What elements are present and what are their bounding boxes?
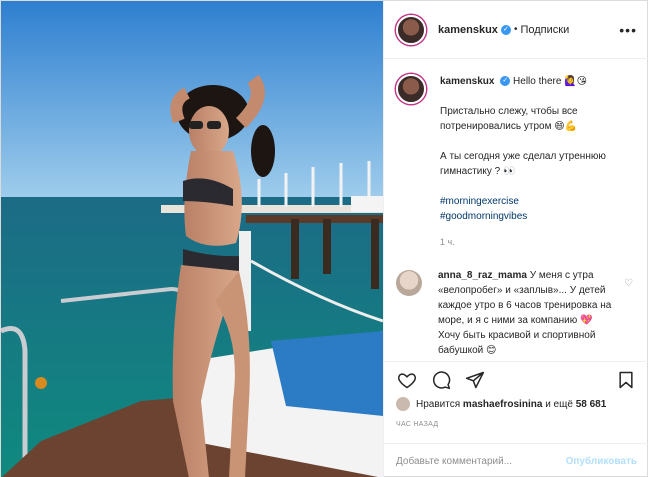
caption-line2: А ты сегодня уже сделал утреннюю гимнаст… [440, 151, 606, 177]
more-options-icon[interactable]: ••• [619, 22, 637, 38]
hashtag-link[interactable]: #morningexercise [440, 194, 630, 209]
heart-icon[interactable] [396, 369, 418, 391]
caption-username[interactable]: kamenskux [440, 76, 494, 87]
comment-body-2: Хочу быть красивой и спортивной бабушкой… [438, 330, 596, 356]
likes-middle: и ещё [545, 398, 573, 410]
liker-avatar[interactable] [396, 397, 410, 411]
commenter-avatar[interactable] [396, 270, 422, 296]
bookmark-icon[interactable] [615, 369, 637, 391]
comment-icon[interactable] [430, 369, 452, 391]
comments-section[interactable]: kamenskux ✓ Hello there 🙋‍♀️😘 Пристально… [384, 60, 648, 360]
liker-username[interactable]: mashaefrosinina [463, 399, 542, 410]
author-avatar[interactable] [396, 14, 426, 45]
commenter-username[interactable]: anna_8_raz_mama [438, 270, 527, 281]
action-bar [384, 361, 648, 397]
likes-summary: Нравится mashaefrosinina и ещё 58 681 [396, 397, 637, 411]
author-username[interactable]: kamenskux [438, 24, 498, 36]
header-separator: • [513, 24, 518, 35]
beach-photo-image [1, 1, 383, 477]
hashtag-link[interactable]: #goodmorningvibes [440, 209, 630, 224]
caption: kamenskux ✓ Hello there 🙋‍♀️😘 Пристально… [396, 74, 637, 250]
instagram-post: kamenskux ✓ • Подписки ••• kamenskux ✓ H… [0, 0, 648, 477]
post-photo[interactable] [1, 1, 383, 477]
post-sidebar: kamenskux ✓ • Подписки ••• kamenskux ✓ H… [383, 1, 648, 477]
comment-input[interactable] [396, 455, 566, 467]
caption-time: 1 ч. [440, 237, 455, 247]
add-comment-bar: Опубликовать [384, 443, 648, 477]
comment-like-heart-icon[interactable]: ♡ [624, 278, 633, 289]
verified-badge-icon: ✓ [500, 76, 511, 87]
caption-greeting: Hello there 🙋‍♀️😘 [513, 76, 588, 87]
comment-item: anna_8_raz_mama У меня с утра «велопробе… [396, 268, 637, 358]
caption-text: kamenskux ✓ Hello there 🙋‍♀️😘 Пристально… [440, 74, 630, 250]
comment-text: anna_8_raz_mama У меня с утра «велопробе… [438, 268, 614, 358]
likes-prefix: Нравится [416, 398, 461, 410]
caption-avatar[interactable] [396, 74, 426, 104]
publish-button[interactable]: Опубликовать [566, 456, 637, 467]
likes-count[interactable]: 58 681 [576, 399, 607, 410]
share-icon[interactable] [464, 369, 486, 391]
post-timestamp[interactable]: ЧАС НАЗАД [396, 421, 438, 428]
post-header: kamenskux ✓ • Подписки ••• [384, 1, 648, 59]
verified-badge-icon: ✓ [500, 24, 511, 35]
following-button[interactable]: Подписки [520, 24, 569, 36]
caption-line1: Пристально слежу, чтобы все потренировал… [440, 106, 578, 132]
